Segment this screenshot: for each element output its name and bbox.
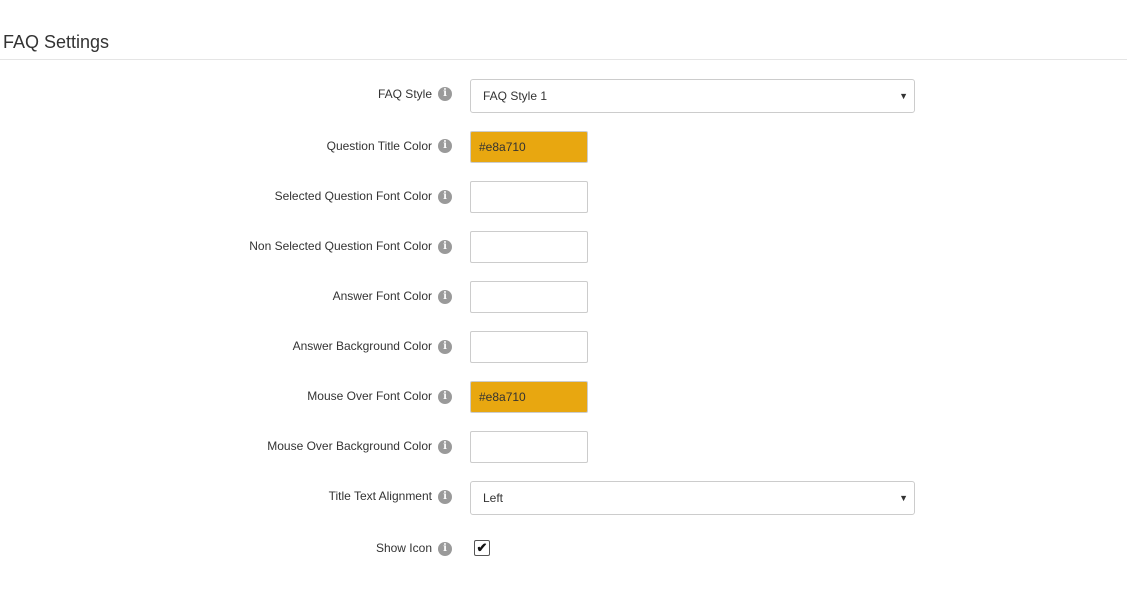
info-icon[interactable]: i — [438, 340, 452, 354]
faq-style-label: FAQ Style — [377, 87, 432, 101]
field-row-show-icon: Show Icon i — [0, 540, 1127, 574]
selected-question-font-color-label: Selected Question Font Color — [274, 189, 432, 203]
mouse-over-background-color-label: Mouse Over Background Color — [267, 439, 432, 453]
chevron-down-icon: ▼ — [899, 493, 908, 503]
answer-font-color-input[interactable] — [470, 281, 588, 313]
info-icon[interactable]: i — [438, 139, 452, 153]
settings-header: FAQ Settings — [0, 0, 1127, 60]
info-icon[interactable]: i — [438, 490, 452, 504]
title-text-alignment-selected-value: Left — [483, 491, 504, 505]
show-icon-label: Show Icon — [375, 541, 432, 555]
chevron-down-icon: ▼ — [899, 91, 908, 101]
selected-question-font-color-input[interactable] — [470, 181, 588, 213]
faq-style-select[interactable]: FAQ Style 1 ▼ — [470, 79, 915, 113]
title-text-alignment-select[interactable]: Left ▼ — [470, 481, 915, 515]
answer-background-color-input[interactable] — [470, 331, 588, 363]
info-icon[interactable]: i — [438, 290, 452, 304]
checkmark-icon: ✔ — [476, 540, 488, 555]
question-title-color-label: Question Title Color — [326, 139, 432, 153]
info-icon[interactable]: i — [438, 440, 452, 454]
non-selected-question-font-color-input[interactable] — [470, 231, 588, 263]
mouse-over-font-color-label: Mouse Over Font Color — [307, 389, 432, 403]
info-icon[interactable]: i — [438, 390, 452, 404]
info-icon[interactable]: i — [438, 542, 452, 556]
info-icon[interactable]: i — [438, 190, 452, 204]
answer-background-color-label: Answer Background Color — [292, 339, 432, 353]
show-icon-checkbox[interactable]: ✔ — [474, 540, 490, 556]
non-selected-question-font-color-label: Non Selected Question Font Color — [249, 239, 432, 253]
info-icon[interactable]: i — [438, 87, 452, 101]
info-icon[interactable]: i — [438, 240, 452, 254]
mouse-over-background-color-input[interactable] — [470, 431, 588, 463]
faq-style-selected-value: FAQ Style 1 — [483, 89, 548, 103]
page-title: FAQ Settings — [3, 32, 110, 52]
answer-font-color-label: Answer Font Color — [332, 289, 432, 303]
question-title-color-input[interactable]: #e8a710 — [470, 131, 588, 163]
title-text-alignment-label: Title Text Alignment — [328, 489, 432, 503]
mouse-over-font-color-input[interactable]: #e8a710 — [470, 381, 588, 413]
